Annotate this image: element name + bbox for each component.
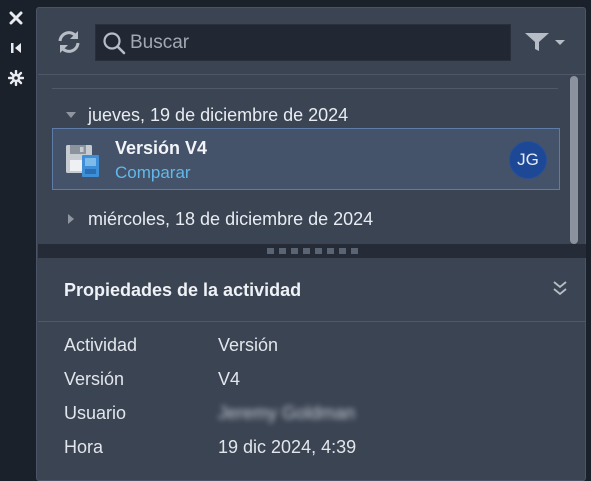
double-chevron-down-icon[interactable] [550,278,570,298]
property-key: Usuario [64,403,127,423]
property-value: Versión [218,335,279,355]
properties-title: Propiedades de la actividad [64,280,302,300]
date-group-label: jueves, 19 de diciembre de 2024 [88,104,349,125]
property-row: Hora 19 dic 2024, 4:39 [64,437,356,461]
date-group-label: miércoles, 18 de diciembre de 2024 [88,208,374,229]
filter-dropdown[interactable] [523,28,567,56]
version-list-item[interactable]: Versión V4 Comparar JG [52,128,560,190]
property-row: Usuario Jeremy Goldman [64,403,355,427]
activity-palette: jueves, 19 de diciembre de 2024 Versión … [36,7,586,481]
property-value: Jeremy Goldman [218,403,356,423]
property-key: Versión [64,369,125,389]
filter-icon [525,33,549,51]
palette-toolstrip [0,0,32,481]
chevron-down-icon [555,40,565,45]
version-title: Versión V4 [115,138,208,158]
search-box[interactable] [95,24,511,61]
save-file-icon [65,141,103,179]
search-icon [103,31,126,54]
vertical-scrollbar[interactable] [567,74,581,246]
settings-icon[interactable] [6,68,26,88]
list-item-partial [52,75,558,89]
collapse-panel-icon[interactable] [6,38,26,58]
search-input[interactable] [130,31,500,54]
caret-down-icon[interactable] [64,108,78,122]
property-row: Versión V4 [64,369,240,393]
toolbar [37,8,585,74]
compare-link[interactable]: Comparar [115,163,191,183]
avatar[interactable]: JG [509,141,547,179]
date-group-header[interactable]: miércoles, 18 de diciembre de 2024 [64,205,373,233]
property-key: Hora [64,437,104,457]
panel-splitter[interactable] [38,244,586,258]
close-icon[interactable] [6,8,26,28]
property-value: V4 [218,369,241,389]
activity-list: jueves, 19 de diciembre de 2024 Versión … [38,74,586,244]
refresh-icon[interactable] [55,28,83,56]
property-key: Actividad [64,335,138,355]
property-row: Actividad Versión [64,335,278,359]
scrollbar-thumb[interactable] [570,76,578,244]
caret-right-icon[interactable] [64,212,78,226]
property-value: 19 dic 2024, 4:39 [218,437,357,457]
properties-header[interactable]: Propiedades de la actividad [38,258,586,322]
date-group-header[interactable]: jueves, 19 de diciembre de 2024 [64,101,348,129]
